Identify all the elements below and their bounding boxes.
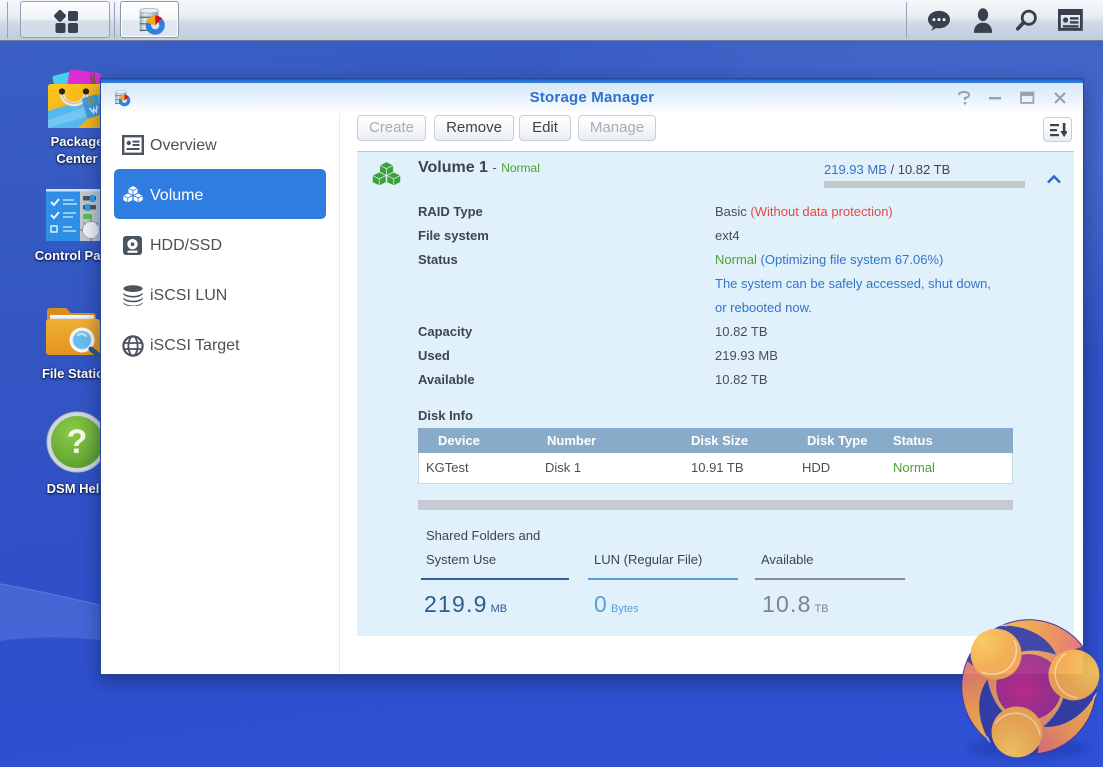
svg-text:?: ? — [67, 423, 88, 461]
